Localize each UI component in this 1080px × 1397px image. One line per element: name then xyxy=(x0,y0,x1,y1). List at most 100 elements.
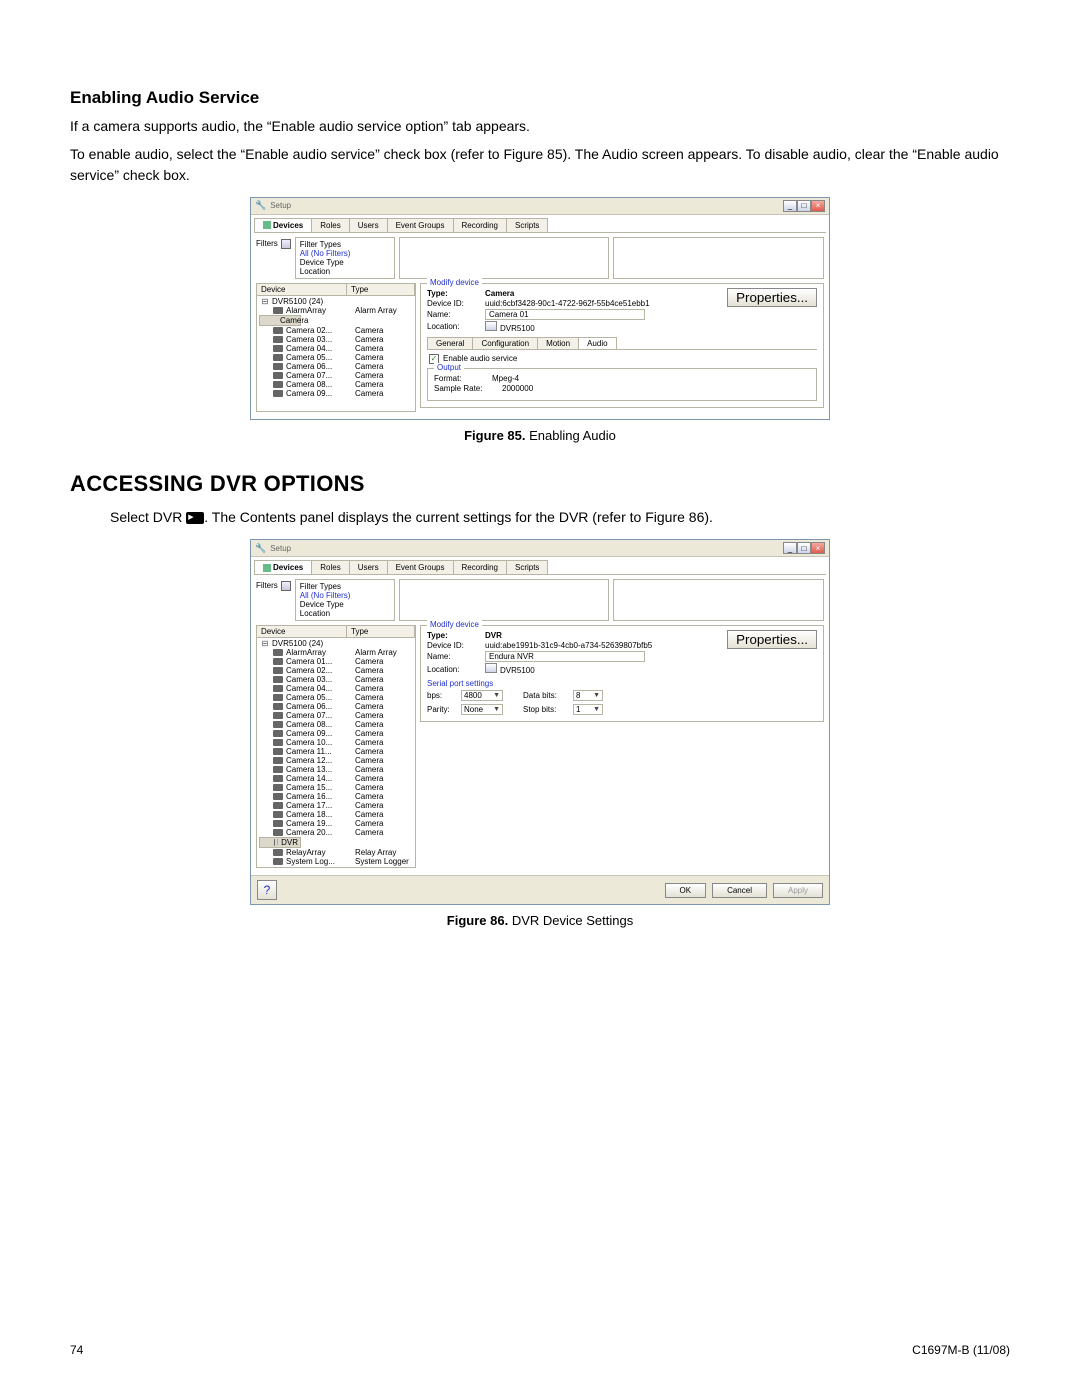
maximize-button[interactable]: □ xyxy=(797,542,811,554)
camera-icon xyxy=(273,802,283,809)
tree-item[interactable]: Camera 07...Camera xyxy=(259,711,414,720)
tree-item[interactable]: Camera 02...Camera xyxy=(259,326,414,335)
tab-roles[interactable]: Roles xyxy=(311,560,349,574)
camera-icon xyxy=(273,307,283,314)
ok-button[interactable]: OK xyxy=(665,883,707,898)
figure-85: 🔧 Setup _ □ × Devices Roles Users Event … xyxy=(70,197,1010,443)
tree-item[interactable]: Camera 18...Camera xyxy=(259,810,414,819)
tree-item[interactable]: Camera 04...Camera xyxy=(259,344,414,353)
tree-root[interactable]: ⊟DVR5100 (24) xyxy=(259,639,414,648)
tab-recording[interactable]: Recording xyxy=(453,218,507,232)
filter-icon[interactable] xyxy=(281,239,291,249)
tab-devices[interactable]: Devices xyxy=(254,218,312,232)
filter-all[interactable]: All (No Filters) xyxy=(300,249,390,258)
bps-select[interactable]: 4800▼ xyxy=(461,690,503,701)
figure-86-caption: Figure 86. DVR Device Settings xyxy=(70,913,1010,928)
tree-item[interactable]: Camera 01...Camera xyxy=(259,657,414,666)
stopbits-select[interactable]: 1▼ xyxy=(573,704,603,715)
tree-item[interactable]: Camera 13...Camera xyxy=(259,765,414,774)
camera-icon xyxy=(273,793,283,800)
tree-item[interactable]: Camera 05...Camera xyxy=(259,693,414,702)
tab-roles[interactable]: Roles xyxy=(311,218,349,232)
location-value: DVR5100 xyxy=(500,666,535,675)
camera-icon xyxy=(273,775,283,782)
device-id-label: Device ID: xyxy=(427,299,479,308)
filter-preview-2 xyxy=(613,579,824,621)
tree-item[interactable]: System Log...System Logger xyxy=(259,857,414,866)
filter-device-type[interactable]: Device Type xyxy=(300,258,390,267)
tree-item[interactable]: Camera 14...Camera xyxy=(259,774,414,783)
properties-button[interactable]: Properties... xyxy=(727,630,817,649)
help-button[interactable]: ? xyxy=(257,880,277,900)
camera-icon xyxy=(273,858,283,865)
tab-users[interactable]: Users xyxy=(349,560,388,574)
tree-item[interactable]: AlarmArrayAlarm Array xyxy=(259,648,414,657)
name-input[interactable]: Camera 01 xyxy=(485,309,645,320)
filter-location[interactable]: Location xyxy=(300,267,390,276)
tab-recording[interactable]: Recording xyxy=(453,560,507,574)
devices-icon xyxy=(263,221,271,229)
location-value: DVR5100 xyxy=(500,324,535,333)
parity-select[interactable]: None▼ xyxy=(461,704,503,715)
modify-device-legend: Modify device xyxy=(427,278,482,287)
location-browse-button[interactable] xyxy=(485,663,497,673)
tree-item[interactable]: Camera 09...Camera xyxy=(259,389,414,398)
subtab-audio[interactable]: Audio xyxy=(578,337,616,349)
minimize-button[interactable]: _ xyxy=(783,542,797,554)
main-tabs: Devices Roles Users Event Groups Recordi… xyxy=(254,560,826,575)
location-label: Location: xyxy=(427,322,479,331)
tab-event-groups[interactable]: Event Groups xyxy=(387,560,454,574)
tree-item[interactable]: Camera 08...Camera xyxy=(259,720,414,729)
tree-item[interactable]: Camera 11...Camera xyxy=(259,747,414,756)
tab-scripts[interactable]: Scripts xyxy=(506,218,548,232)
name-input[interactable]: Endura NVR xyxy=(485,651,645,662)
filter-device-type[interactable]: Device Type xyxy=(300,600,390,609)
tree-item[interactable]: Camera 02...Camera xyxy=(259,666,414,675)
tree-item[interactable]: Camera 03...Camera xyxy=(259,675,414,684)
tab-scripts[interactable]: Scripts xyxy=(506,560,548,574)
tree-item[interactable]: Camera 01...Camera xyxy=(259,315,301,326)
subtab-configuration[interactable]: Configuration xyxy=(472,337,538,349)
location-browse-button[interactable] xyxy=(485,321,497,331)
subtab-general[interactable]: General xyxy=(427,337,473,349)
type-label: Type: xyxy=(427,631,479,640)
tree-root[interactable]: ⊟DVR5100 (24) xyxy=(259,297,414,306)
properties-button[interactable]: Properties... xyxy=(727,288,817,307)
tree-item[interactable]: Camera 05...Camera xyxy=(259,353,414,362)
tree-item[interactable]: Camera 17...Camera xyxy=(259,801,414,810)
tree-item[interactable]: Camera 19...Camera xyxy=(259,819,414,828)
maximize-button[interactable]: □ xyxy=(797,200,811,212)
tree-item[interactable]: AlarmArrayAlarm Array xyxy=(259,306,414,315)
tree-item[interactable]: Camera 16...Camera xyxy=(259,792,414,801)
tree-item[interactable]: Endura NVRDVR xyxy=(259,837,301,848)
tree-item[interactable]: Camera 04...Camera xyxy=(259,684,414,693)
tab-event-groups[interactable]: Event Groups xyxy=(387,218,454,232)
tab-users[interactable]: Users xyxy=(349,218,388,232)
tree-item[interactable]: Camera 12...Camera xyxy=(259,756,414,765)
format-label: Format: xyxy=(434,374,486,383)
filter-all[interactable]: All (No Filters) xyxy=(300,591,390,600)
tree-item[interactable]: Camera 03...Camera xyxy=(259,335,414,344)
databits-select[interactable]: 8▼ xyxy=(573,690,603,701)
dvr-icon xyxy=(186,512,204,524)
cancel-button[interactable]: Cancel xyxy=(712,883,767,898)
close-button[interactable]: × xyxy=(811,200,825,212)
tree-item[interactable]: Camera 06...Camera xyxy=(259,362,414,371)
device-id-value: uuid:6cbf3428-90c1-4722-962f-55b4ce51ebb… xyxy=(485,299,650,308)
filter-icon[interactable] xyxy=(281,581,291,591)
tree-item[interactable]: Camera 10...Camera xyxy=(259,738,414,747)
filter-preview-1 xyxy=(399,237,610,279)
close-button[interactable]: × xyxy=(811,542,825,554)
tab-devices[interactable]: Devices xyxy=(254,560,312,574)
minimize-button[interactable]: _ xyxy=(783,200,797,212)
filter-location[interactable]: Location xyxy=(300,609,390,618)
subtab-motion[interactable]: Motion xyxy=(537,337,579,349)
tree-item[interactable]: RelayArrayRelay Array xyxy=(259,848,414,857)
tree-item[interactable]: Camera 06...Camera xyxy=(259,702,414,711)
tree-item[interactable]: Camera 15...Camera xyxy=(259,783,414,792)
tree-item[interactable]: Camera 09...Camera xyxy=(259,729,414,738)
tree-item[interactable]: Camera 07...Camera xyxy=(259,371,414,380)
tree-item[interactable]: Camera 08...Camera xyxy=(259,380,414,389)
apply-button[interactable]: Apply xyxy=(773,883,823,898)
tree-item[interactable]: Camera 20...Camera xyxy=(259,828,414,837)
